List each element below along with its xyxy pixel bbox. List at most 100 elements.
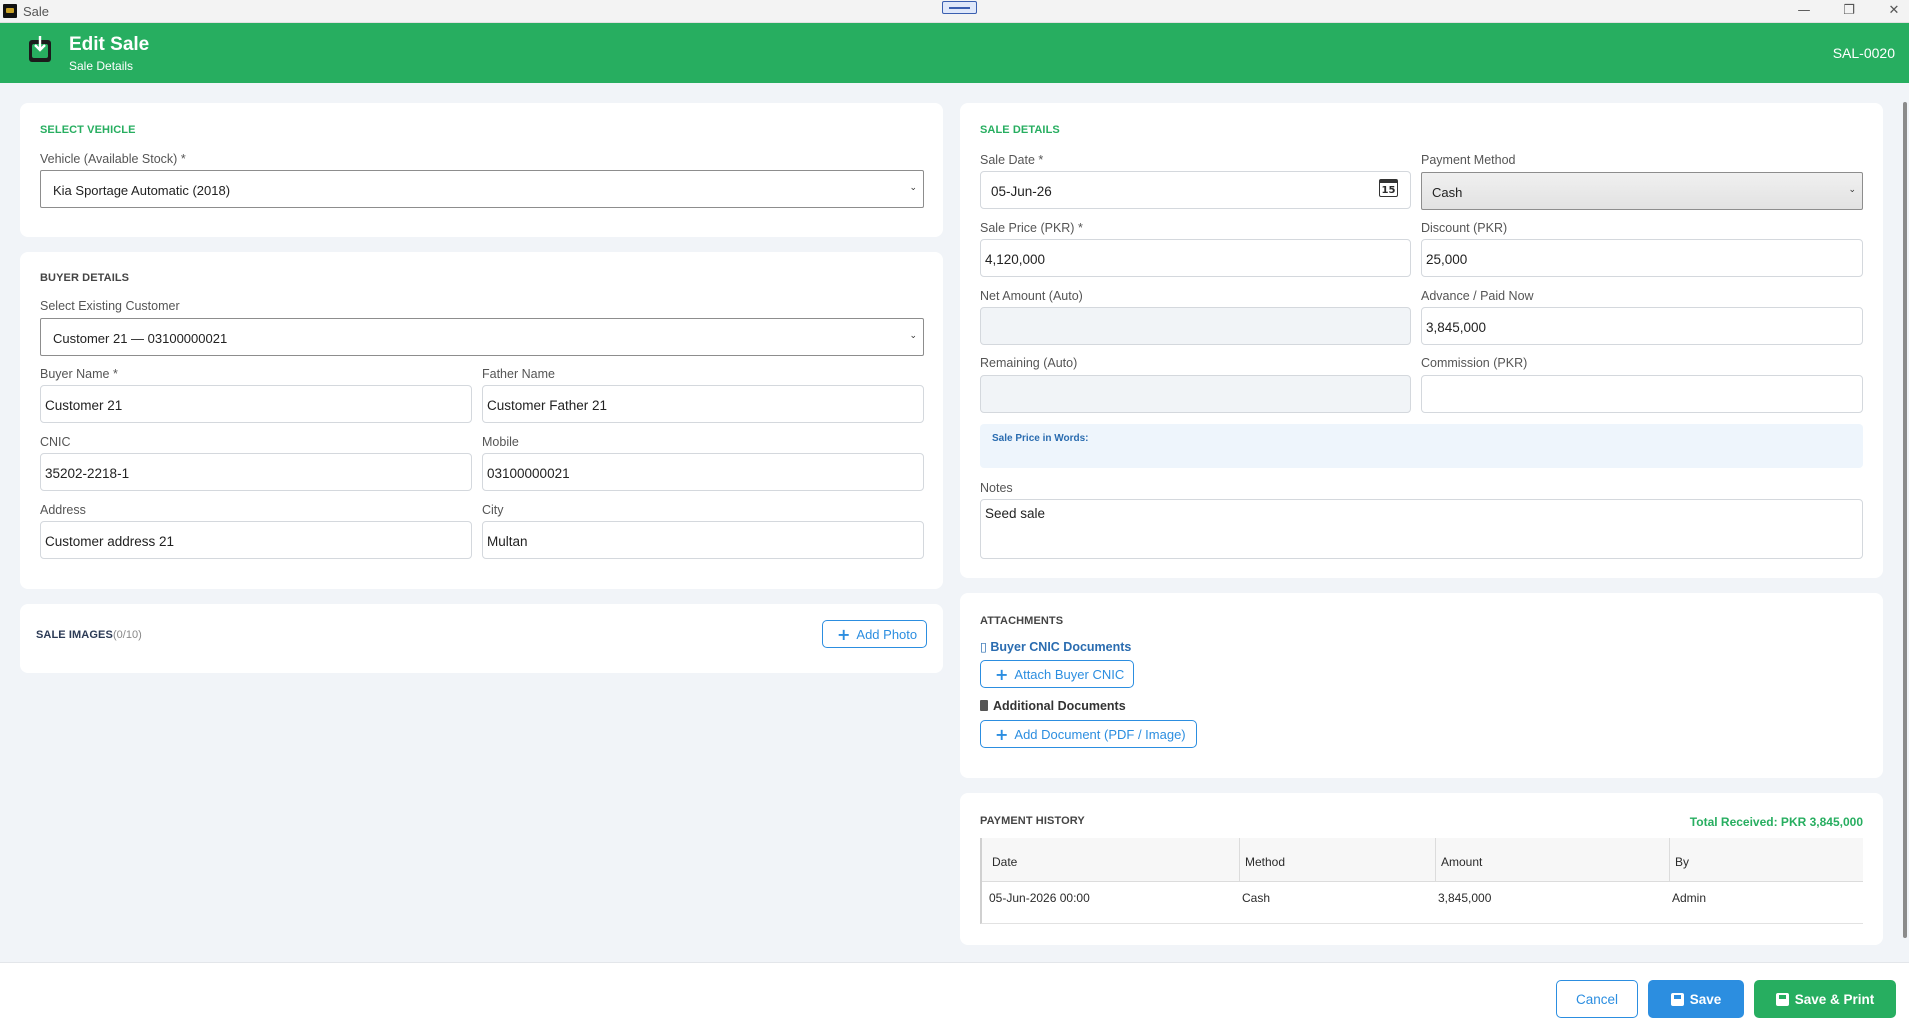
discount-label: Discount (PKR): [1421, 221, 1508, 235]
column-divider: [1435, 838, 1436, 882]
discount-field[interactable]: 25,000: [1421, 239, 1863, 277]
plus-icon: +: [837, 624, 851, 644]
close-window-button[interactable]: ✕: [1880, 2, 1908, 20]
column-divider: [1239, 838, 1240, 882]
father-name-field[interactable]: Customer Father 21: [482, 385, 924, 423]
address-label: Address: [40, 503, 86, 517]
column-header-date[interactable]: Date: [992, 855, 1017, 869]
customer-select-value: Customer 21 — 03100000021: [53, 331, 228, 346]
sale-date-value: 05-Jun-26: [991, 184, 1052, 199]
id-card-icon: ▯: [980, 640, 987, 654]
additional-documents-label: Additional Documents: [993, 699, 1126, 713]
payment-history-table: Date Method Amount By 05-Jun-2026 00:00 …: [980, 838, 1863, 924]
customer-label: Select Existing Customer: [40, 299, 180, 313]
plus-icon: +: [995, 664, 1009, 684]
row-by: Admin: [1672, 891, 1707, 905]
window-titlebar: Sale — ❐ ✕: [0, 0, 1909, 23]
add-document-button[interactable]: + Add Document (PDF / Image): [980, 720, 1197, 748]
section-title-select-vehicle: SELECT VEHICLE: [40, 124, 136, 136]
commission-label: Commission (PKR): [1421, 356, 1528, 370]
sale-price-field[interactable]: 4,120,000: [980, 239, 1411, 277]
window-drag-handle[interactable]: [942, 1, 977, 14]
save-and-print-label: Save & Print: [1794, 991, 1875, 1007]
row-date: 05-Jun-2026 00:00: [989, 891, 1090, 905]
section-title-sale-details: SALE DETAILS: [980, 124, 1060, 136]
chevron-down-icon: ⌄: [909, 183, 917, 193]
mobile-field[interactable]: 03100000021: [482, 453, 924, 491]
restore-button[interactable]: ❐: [1835, 2, 1863, 20]
paperclip-icon: [980, 700, 988, 711]
chevron-down-icon: ⌄: [1848, 185, 1856, 195]
buyer-name-field[interactable]: Customer 21: [40, 385, 472, 423]
cnic-documents-label: Buyer CNIC Documents: [990, 640, 1132, 654]
floppy-disk-icon: [1775, 992, 1789, 1006]
attach-cnic-button[interactable]: + Attach Buyer CNIC: [980, 660, 1134, 688]
price-in-words-box: Sale Price in Words:: [980, 424, 1863, 468]
page-title: Edit Sale: [69, 34, 150, 55]
remaining-label: Remaining (Auto): [980, 356, 1078, 370]
table-row[interactable]: 05-Jun-2026 00:00 Cash 3,845,000 Admin: [982, 882, 1863, 910]
cnic-label: CNIC: [40, 435, 71, 449]
vehicle-select-value: Kia Sportage Automatic (2018): [53, 183, 231, 198]
page-header: Edit Sale Sale Details SAL-0020: [0, 23, 1909, 83]
father-name-label: Father Name: [482, 367, 555, 381]
customer-select[interactable]: Customer 21 — 03100000021 ⌄: [40, 318, 924, 356]
remaining-field: [980, 375, 1411, 413]
calendar-day: 15: [1381, 185, 1396, 196]
floppy-disk-icon: [1670, 992, 1684, 1006]
notes-label: Notes: [980, 481, 1013, 495]
save-button[interactable]: Save: [1648, 980, 1744, 1018]
window-title: Sale: [23, 4, 50, 19]
sale-code: SAL-0020: [1832, 45, 1895, 61]
advance-field[interactable]: 3,845,000: [1421, 307, 1863, 345]
buyer-name-label: Buyer Name *: [40, 367, 118, 381]
calendar-icon[interactable]: 15: [1379, 179, 1398, 197]
save-label: Save: [1689, 991, 1722, 1007]
column-divider: [1669, 838, 1670, 882]
payment-method-select[interactable]: Cash ⌄: [1421, 172, 1863, 210]
image-count: (0/10): [113, 629, 142, 641]
section-title-sale-images: SALE IMAGES: [36, 629, 113, 641]
sale-document-icon: [29, 36, 51, 62]
cnic-field[interactable]: 35202-2218-1: [40, 453, 472, 491]
cnic-documents-heading: ▯ Buyer CNIC Documents: [980, 639, 1131, 654]
vertical-scrollbar[interactable]: [1902, 98, 1909, 942]
row-amount: 3,845,000: [1438, 891, 1492, 905]
scrollbar-thumb[interactable]: [1903, 102, 1907, 938]
notes-field[interactable]: Seed sale: [980, 499, 1863, 559]
page-subtitle: Sale Details: [69, 59, 134, 73]
city-field[interactable]: Multan: [482, 521, 924, 559]
cancel-button[interactable]: Cancel: [1556, 980, 1638, 1018]
address-field[interactable]: Customer address 21: [40, 521, 472, 559]
sale-date-field[interactable]: 05-Jun-26: [980, 171, 1411, 209]
advance-label: Advance / Paid Now: [1421, 289, 1534, 303]
app-icon: [3, 4, 17, 18]
minimize-button[interactable]: —: [1790, 2, 1818, 20]
column-header-amount[interactable]: Amount: [1441, 855, 1482, 869]
payment-method-label: Payment Method: [1421, 153, 1516, 167]
additional-documents-heading: Additional Documents: [980, 699, 1126, 713]
total-received: Total Received: PKR 3,845,000: [1689, 815, 1863, 829]
add-photo-button[interactable]: + Add Photo: [822, 620, 927, 648]
price-in-words-label: Sale Price in Words:: [992, 433, 1089, 444]
payment-method-value: Cash: [1432, 185, 1463, 200]
save-and-print-button[interactable]: Save & Print: [1754, 980, 1896, 1018]
net-amount-label: Net Amount (Auto): [980, 289, 1083, 303]
column-header-method[interactable]: Method: [1245, 855, 1285, 869]
attach-cnic-label: Attach Buyer CNIC: [1014, 666, 1125, 682]
vehicle-label: Vehicle (Available Stock) *: [40, 152, 186, 166]
sale-images-card: [20, 604, 943, 673]
vehicle-select[interactable]: Kia Sportage Automatic (2018) ⌄: [40, 170, 924, 208]
add-document-label: Add Document (PDF / Image): [1014, 726, 1186, 742]
column-header-by[interactable]: By: [1675, 855, 1689, 869]
sale-price-label: Sale Price (PKR) *: [980, 221, 1083, 235]
add-photo-label: Add Photo: [856, 626, 918, 642]
row-method: Cash: [1242, 891, 1271, 905]
plus-icon: +: [995, 724, 1009, 744]
sale-date-label: Sale Date *: [980, 153, 1044, 167]
section-title-attachments: ATTACHMENTS: [980, 615, 1064, 627]
section-title-payment-history: PAYMENT HISTORY: [980, 815, 1085, 827]
commission-field[interactable]: [1421, 375, 1863, 413]
mobile-label: Mobile: [482, 435, 519, 449]
chevron-down-icon: ⌄: [909, 331, 917, 341]
